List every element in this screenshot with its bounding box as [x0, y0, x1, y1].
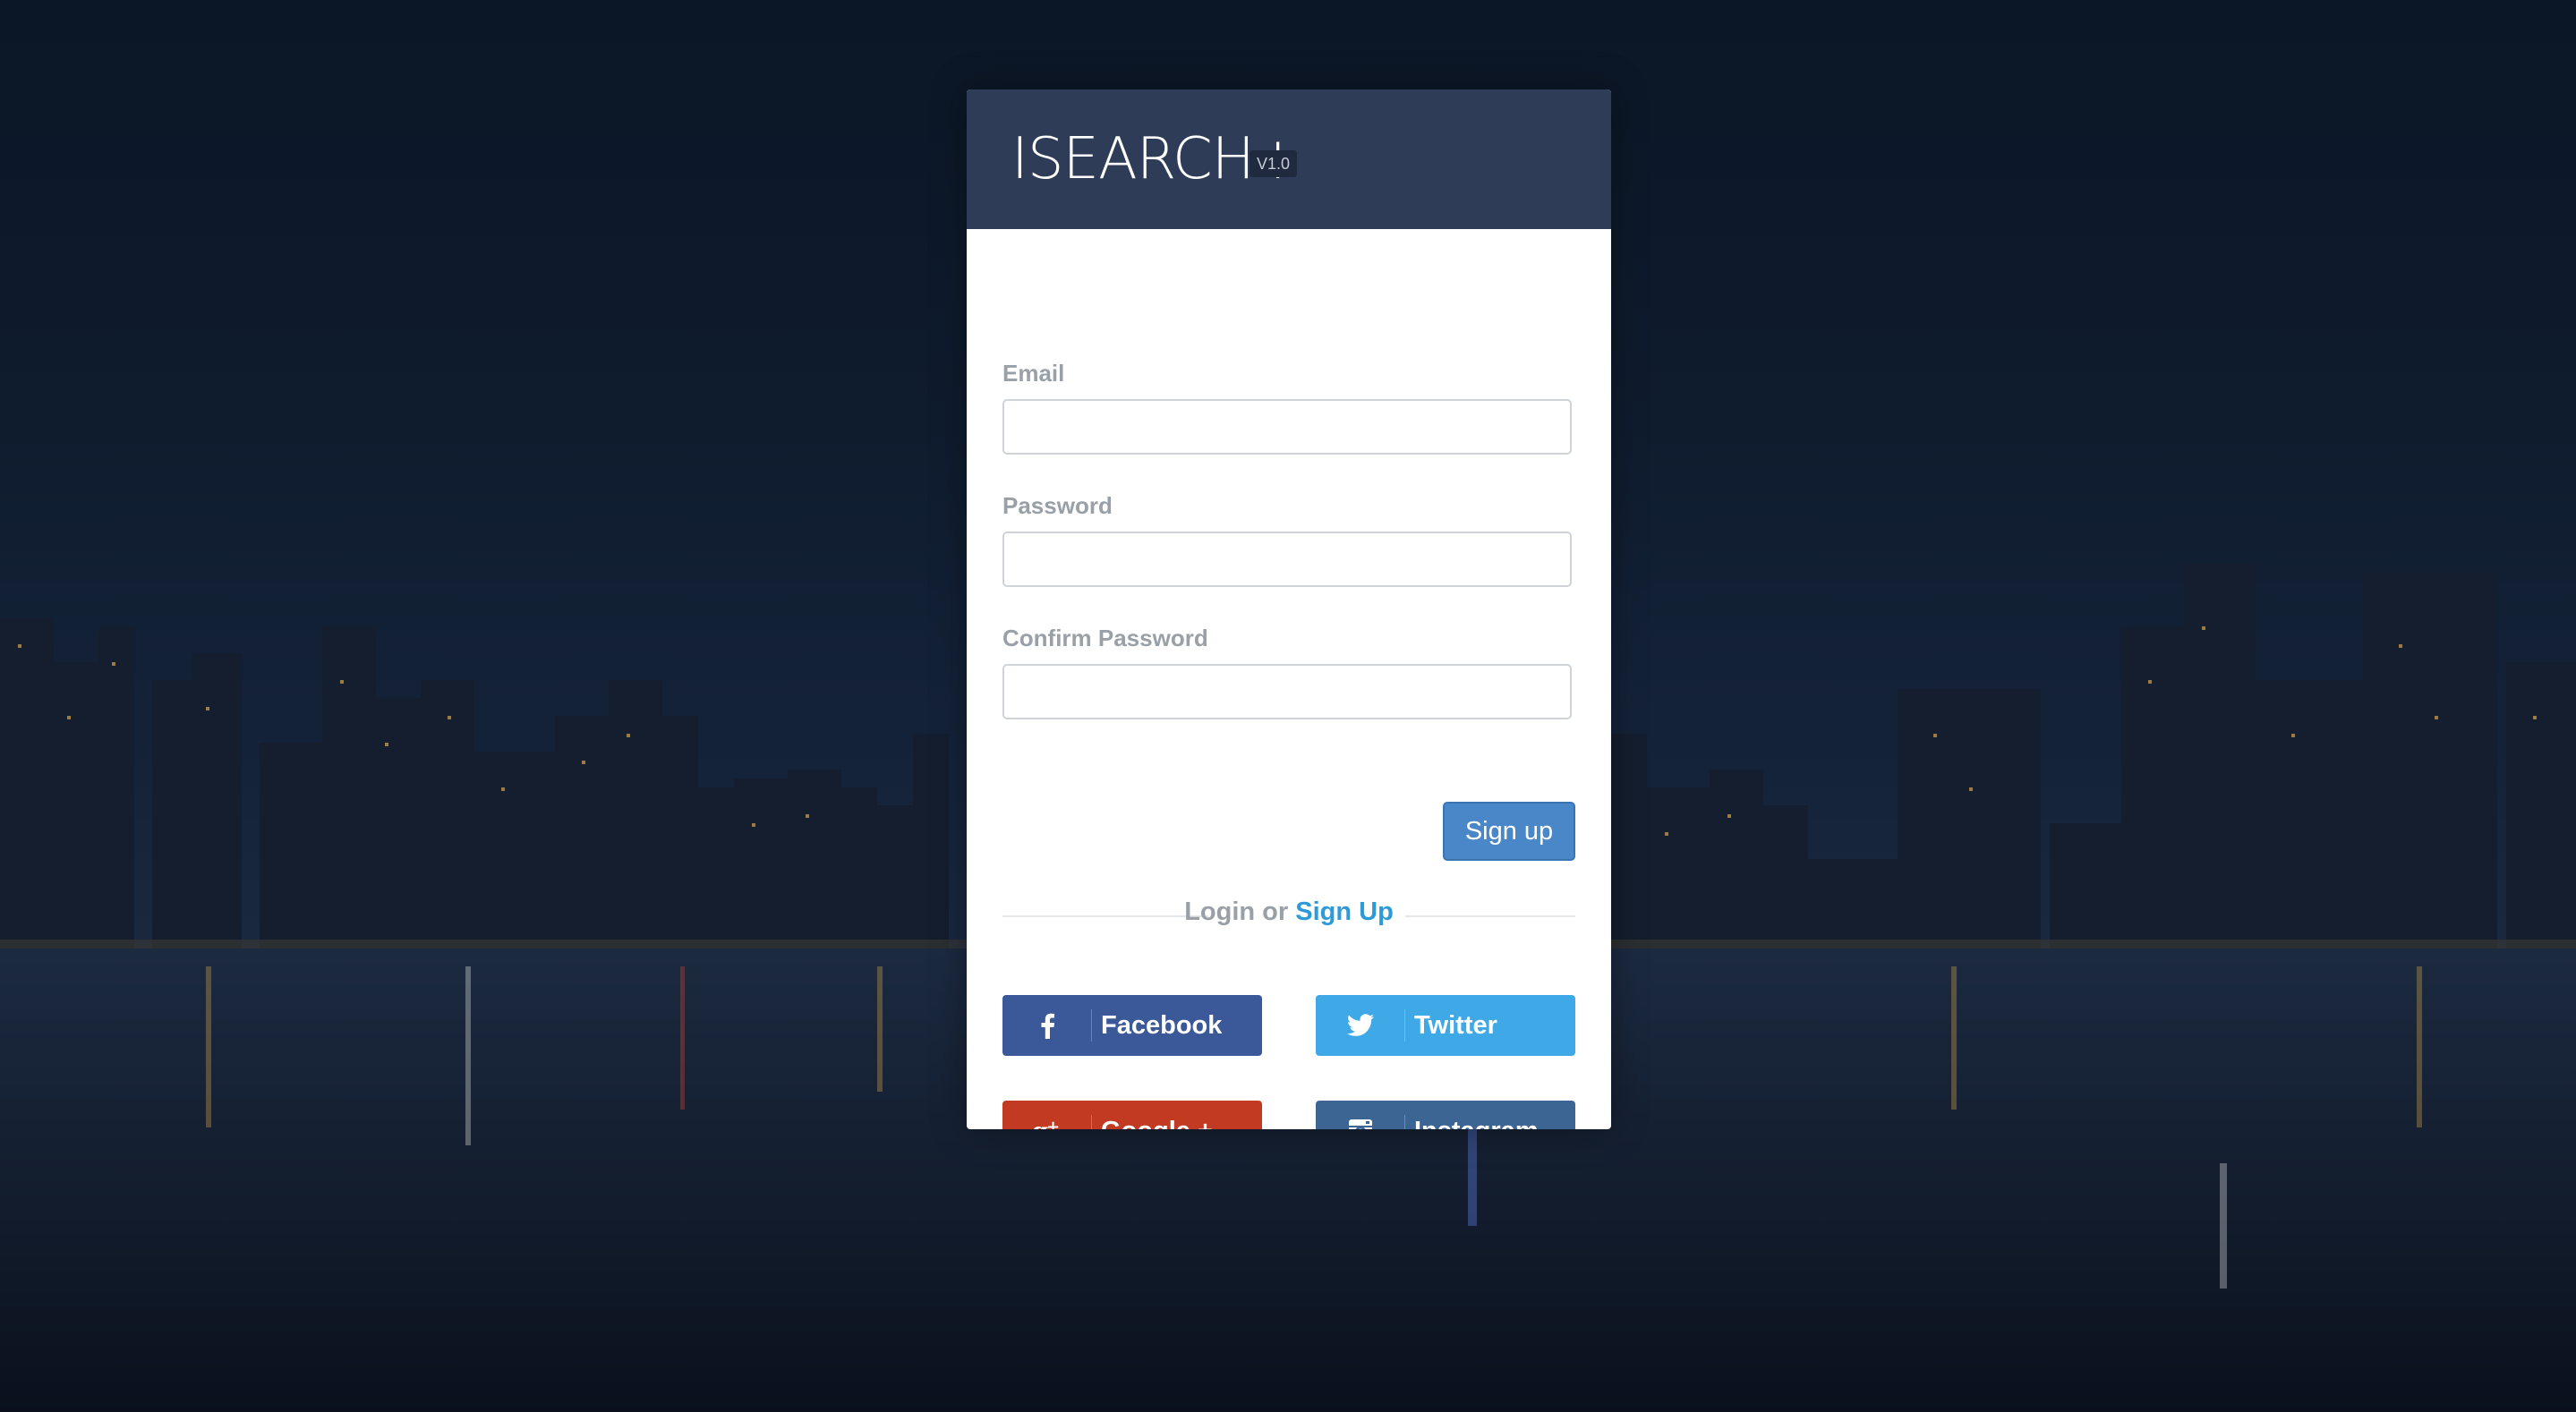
facebook-icon	[1002, 995, 1092, 1056]
divider-prefix: Login or	[1184, 897, 1296, 926]
google-plus-button[interactable]: g + Google +	[1002, 1101, 1262, 1129]
twitter-icon	[1316, 995, 1405, 1056]
facebook-button[interactable]: Facebook	[1002, 995, 1262, 1056]
confirm-password-field[interactable]	[1002, 664, 1572, 719]
login-or-signup-divider: Login or Sign Up	[967, 897, 1611, 927]
instagram-button[interactable]: Instagram	[1316, 1101, 1575, 1129]
confirm-password-label: Confirm Password	[1002, 625, 1208, 651]
card-header: ISEARCH+ V1.0	[967, 89, 1611, 229]
instagram-label: Instagram	[1405, 1101, 1575, 1129]
sign-up-link[interactable]: Sign Up	[1295, 897, 1394, 926]
instagram-icon	[1316, 1101, 1405, 1129]
email-label: Email	[1002, 360, 1065, 387]
facebook-label: Facebook	[1101, 1011, 1223, 1040]
sign-up-button[interactable]: Sign up	[1443, 802, 1575, 861]
twitter-label: Twitter	[1414, 1011, 1497, 1040]
signup-card: ISEARCH+ V1.0 Email Password Confirm Pas…	[967, 89, 1611, 1129]
google-plus-icon: g +	[1002, 1101, 1092, 1129]
google-plus-label: Google +	[1092, 1101, 1262, 1129]
svg-text:+: +	[1046, 1118, 1060, 1129]
version-badge: V1.0	[1250, 150, 1298, 177]
password-field[interactable]	[1002, 532, 1572, 587]
email-field[interactable]	[1002, 399, 1572, 455]
password-label: Password	[1002, 492, 1113, 519]
twitter-button[interactable]: Twitter	[1316, 995, 1575, 1056]
